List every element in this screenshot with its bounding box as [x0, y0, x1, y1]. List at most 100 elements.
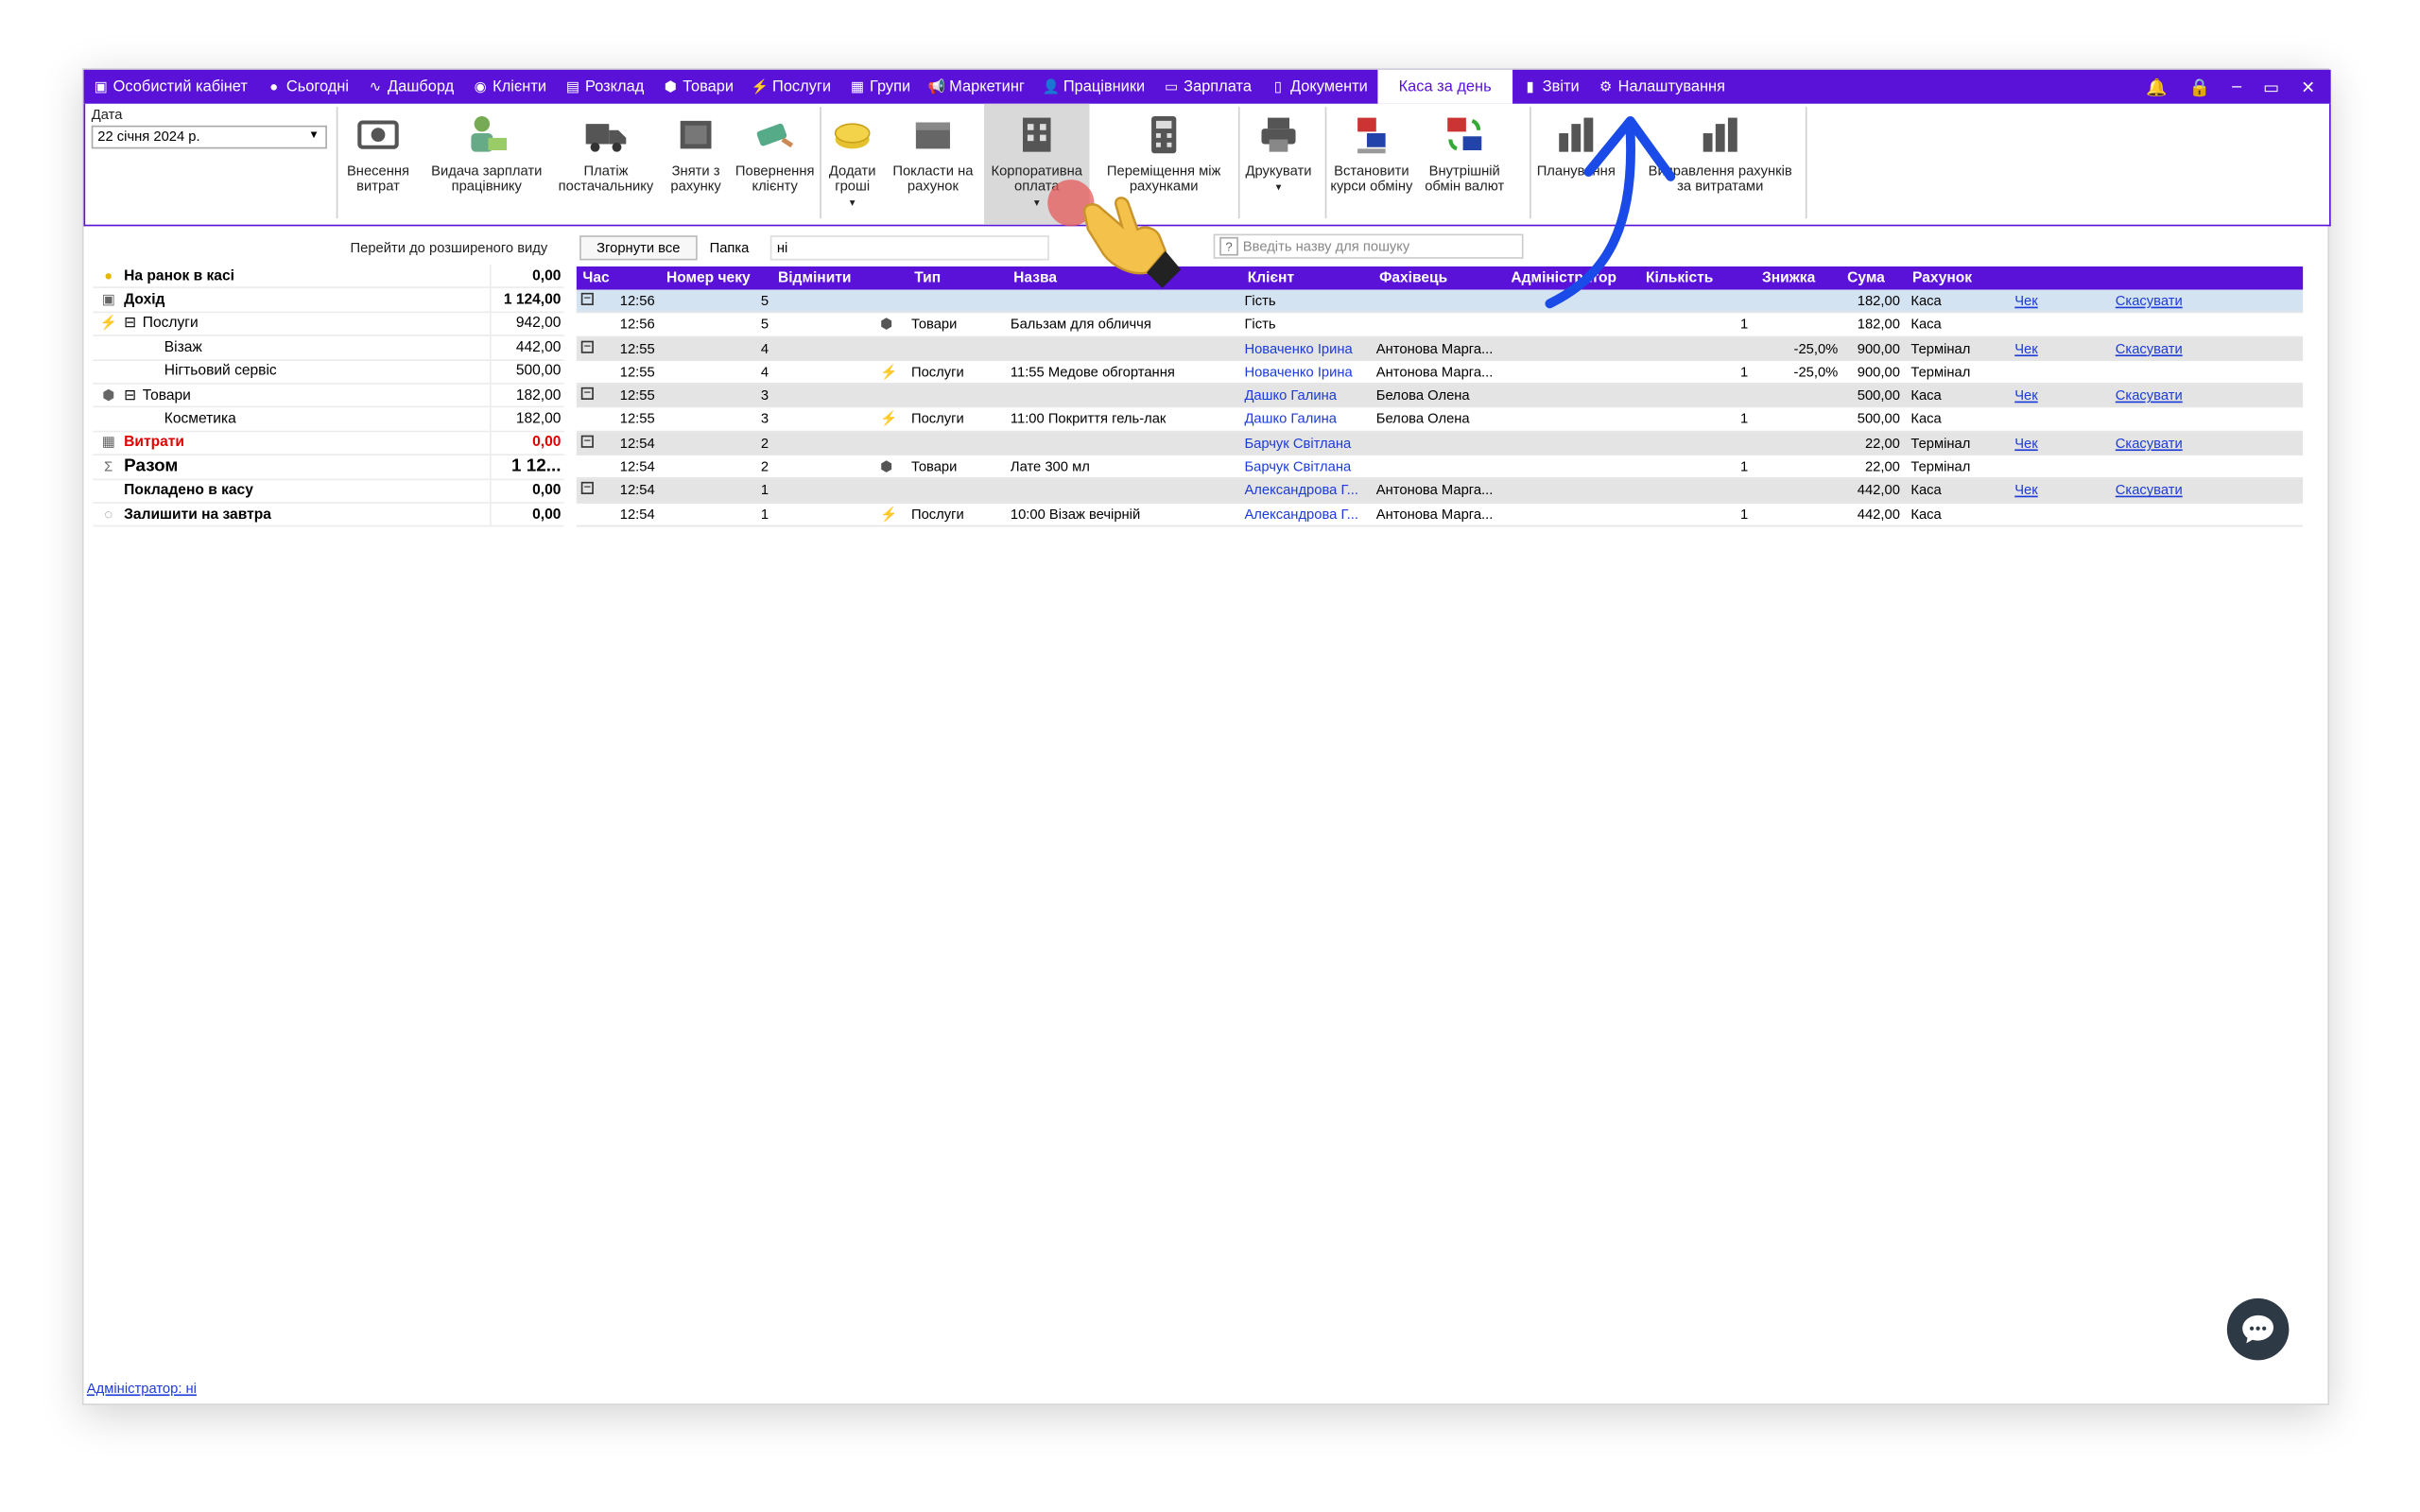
tab-8[interactable]: 📢 Маркетинг [920, 70, 1034, 104]
cancel-link[interactable]: Скасувати [2116, 340, 2183, 355]
summary-row[interactable]: Візаж 442,00 [93, 336, 564, 361]
cell-client[interactable]: Барчук Світлана [1244, 458, 1351, 473]
cell-client[interactable]: Барчук Світлана [1244, 435, 1351, 450]
ribbon-button-10[interactable]: Встановити курси обміну [1325, 104, 1418, 225]
ribbon-button-0[interactable]: Внесення витрат [337, 104, 421, 225]
summary-row[interactable]: Σ Разом 1 12... [93, 455, 564, 480]
folder-field[interactable]: ні [770, 235, 1050, 261]
expanded-view-link[interactable]: Перейти до розширеного виду [351, 240, 548, 255]
ribbon-button-5[interactable]: Додати гроші ▾ [820, 104, 885, 225]
receipt-link[interactable]: Чек [2014, 387, 2038, 403]
expander-icon[interactable]: − [580, 387, 594, 401]
column-header[interactable]: Відмінити [778, 269, 852, 286]
summary-row[interactable]: ⬢ ⊟ Товари 182,00 [93, 384, 564, 408]
table-row[interactable]: − 12:56 5 Гість 182,00 Каса Чек Скасувати [576, 289, 2304, 314]
summary-row[interactable]: ● На ранок в касі 0,00 [93, 265, 564, 289]
tab-5[interactable]: ⬢ Товари [653, 70, 743, 104]
cell-client[interactable]: Александрова Г... [1244, 482, 1357, 497]
cell-client[interactable]: Новаченко Ірина [1244, 340, 1352, 355]
column-header[interactable]: Час [582, 269, 609, 286]
summary-row[interactable]: ◌ Залишити на завтра 0,00 [93, 503, 564, 527]
cell-account: Каса [1910, 316, 1942, 333]
table-row[interactable]: 12:54 2 ⬢ Товари Лате 300 мл Барчук Світлана 1… [576, 455, 2304, 480]
cell-client[interactable]: Дашко Галина [1244, 411, 1337, 426]
expander-icon[interactable]: ⊟ [124, 316, 136, 333]
summary-row[interactable]: ▦ Витрати 0,00 [93, 431, 564, 456]
cancel-link[interactable]: Скасувати [2116, 435, 2183, 450]
expander-icon[interactable]: − [580, 482, 594, 495]
table-row[interactable]: − 12:54 1 Александрова Г... Антонова Марга..… [576, 479, 2304, 504]
summary-row[interactable]: Косметика 182,00 [93, 407, 564, 432]
column-header[interactable]: Сума [1847, 269, 1885, 286]
summary-row[interactable]: Покладено в касу 0,00 [93, 479, 564, 504]
table-row[interactable]: 12:56 5 ⬢ Товари Бальзам для обличчя Гість 1 18… [576, 314, 2304, 337]
cell-client[interactable]: Дашко Галина [1244, 387, 1337, 403]
ribbon-button-9[interactable]: Друкувати ▾ [1238, 104, 1319, 225]
lock-icon[interactable]: 🔒 [2189, 77, 2210, 97]
cancel-link[interactable]: Скасувати [2116, 293, 2183, 308]
table-row[interactable]: 12:54 1 ⚡ Послуги 10:00 Візаж вечірній Алекса… [576, 503, 2304, 527]
receipt-link[interactable]: Чек [2014, 435, 2038, 450]
table-row[interactable]: − 12:55 3 Дашко Галина Белова Олена 500,00 Кас… [576, 384, 2304, 408]
ribbon-button-1[interactable]: Видача зарплати працівнику [424, 104, 550, 225]
receipt-link[interactable]: Чек [2014, 482, 2038, 497]
tab-7[interactable]: ▦ Групи [840, 70, 920, 104]
bell-icon[interactable]: 🔔 [2146, 77, 2167, 97]
document-icon: ▯ [1273, 77, 1282, 94]
table-row[interactable]: 12:55 3 ⚡ Послуги 11:00 Покриття гель-лак Даш… [576, 408, 2304, 433]
close-icon[interactable]: ✕ [2301, 77, 2315, 97]
column-header[interactable]: Фахівець [1379, 269, 1447, 286]
ribbon-button-6[interactable]: Покласти на рахунок [885, 104, 981, 225]
expander-icon[interactable]: − [580, 339, 594, 353]
tab-0[interactable]: ▣ Особистий кабінет [84, 70, 257, 104]
tab-10[interactable]: ▭ Зарплата [1154, 70, 1261, 104]
table-row[interactable]: 12:55 4 ⚡ Послуги 11:55 Медове обгортання Нов… [576, 361, 2304, 385]
tab-9[interactable]: 👤 Працівники [1034, 70, 1154, 104]
column-header[interactable]: Рахунок [1912, 269, 1972, 286]
cancel-link[interactable]: Скасувати [2116, 387, 2183, 403]
tab-6[interactable]: ⚡ Послуги [743, 70, 840, 104]
column-header[interactable]: Номер чеку [666, 269, 751, 286]
ribbon-label-2: працівнику [451, 178, 522, 194]
tab-1[interactable]: ● Сьогодні [257, 70, 358, 104]
cell-client[interactable]: Новаченко Ірина [1244, 364, 1352, 379]
minimize-icon[interactable]: – [2232, 77, 2241, 96]
table-row[interactable]: − 12:54 2 Барчук Світлана 22,00 Термінал Чек Ск… [576, 432, 2304, 456]
ribbon-button-2[interactable]: Платіж постачальнику [550, 104, 662, 225]
summary-row[interactable]: ⚡ ⊟ Послуги 942,00 [93, 312, 564, 337]
column-header[interactable]: Тип [914, 269, 941, 286]
ribbon-button-11[interactable]: Внутрішній обмін валют [1418, 104, 1511, 225]
tab-12[interactable]: Каса за день [1376, 69, 1513, 104]
expander-icon[interactable]: ⊟ [124, 387, 136, 404]
tab-2[interactable]: ∿ Дашборд [358, 70, 463, 104]
table-row[interactable]: − 12:55 4 Новаченко Ірина Антонова Марга... -… [576, 336, 2304, 361]
search-input[interactable]: Введіть назву для пошуку [1243, 238, 1409, 253]
ribbon-button-4[interactable]: Повернення клієнту [730, 104, 820, 225]
summary-row[interactable]: Нігтьовий сервіс 500,00 [93, 360, 564, 385]
ribbon-label-1: Встановити [1334, 163, 1409, 179]
date-picker[interactable]: 22 січня 2024 р. ▼ [91, 125, 327, 149]
chat-bubble-icon[interactable] [2226, 1297, 2290, 1361]
receipt-link[interactable]: Чек [2014, 293, 2038, 308]
lightning-icon: ⚡ [880, 411, 898, 427]
cell-account: Термінал [1910, 364, 1971, 380]
column-header[interactable]: Клієнт [1248, 269, 1294, 286]
collapse-all-button[interactable]: Згорнути все [579, 235, 698, 261]
column-header[interactable]: Знижка [1762, 269, 1815, 286]
receipt-link[interactable]: Чек [2014, 340, 2038, 355]
search-box[interactable]: ? Введіть назву для пошуку [1213, 233, 1524, 259]
summary-value: 0,00 [490, 431, 564, 455]
summary-row[interactable]: ▣ Дохід 1 124,00 [93, 288, 564, 313]
admin-link[interactable]: Адміністратор: ні [87, 1381, 197, 1396]
ribbon-button-3[interactable]: Зняти з рахунку [662, 104, 730, 225]
expander-icon[interactable]: − [580, 292, 594, 305]
cell-client[interactable]: Александрова Г... [1244, 507, 1357, 522]
tab-11[interactable]: ▯ Документи [1261, 70, 1377, 104]
column-header[interactable]: Назва [1013, 269, 1057, 286]
expander-icon[interactable]: − [580, 434, 594, 448]
restore-icon[interactable]: ▭ [2263, 77, 2279, 97]
tab-3[interactable]: ◉ Клієнти [463, 70, 556, 104]
tab-4[interactable]: ▤ Розклад [556, 70, 653, 104]
cell-sum: 182,00 [1857, 316, 1900, 333]
cancel-link[interactable]: Скасувати [2116, 482, 2183, 497]
